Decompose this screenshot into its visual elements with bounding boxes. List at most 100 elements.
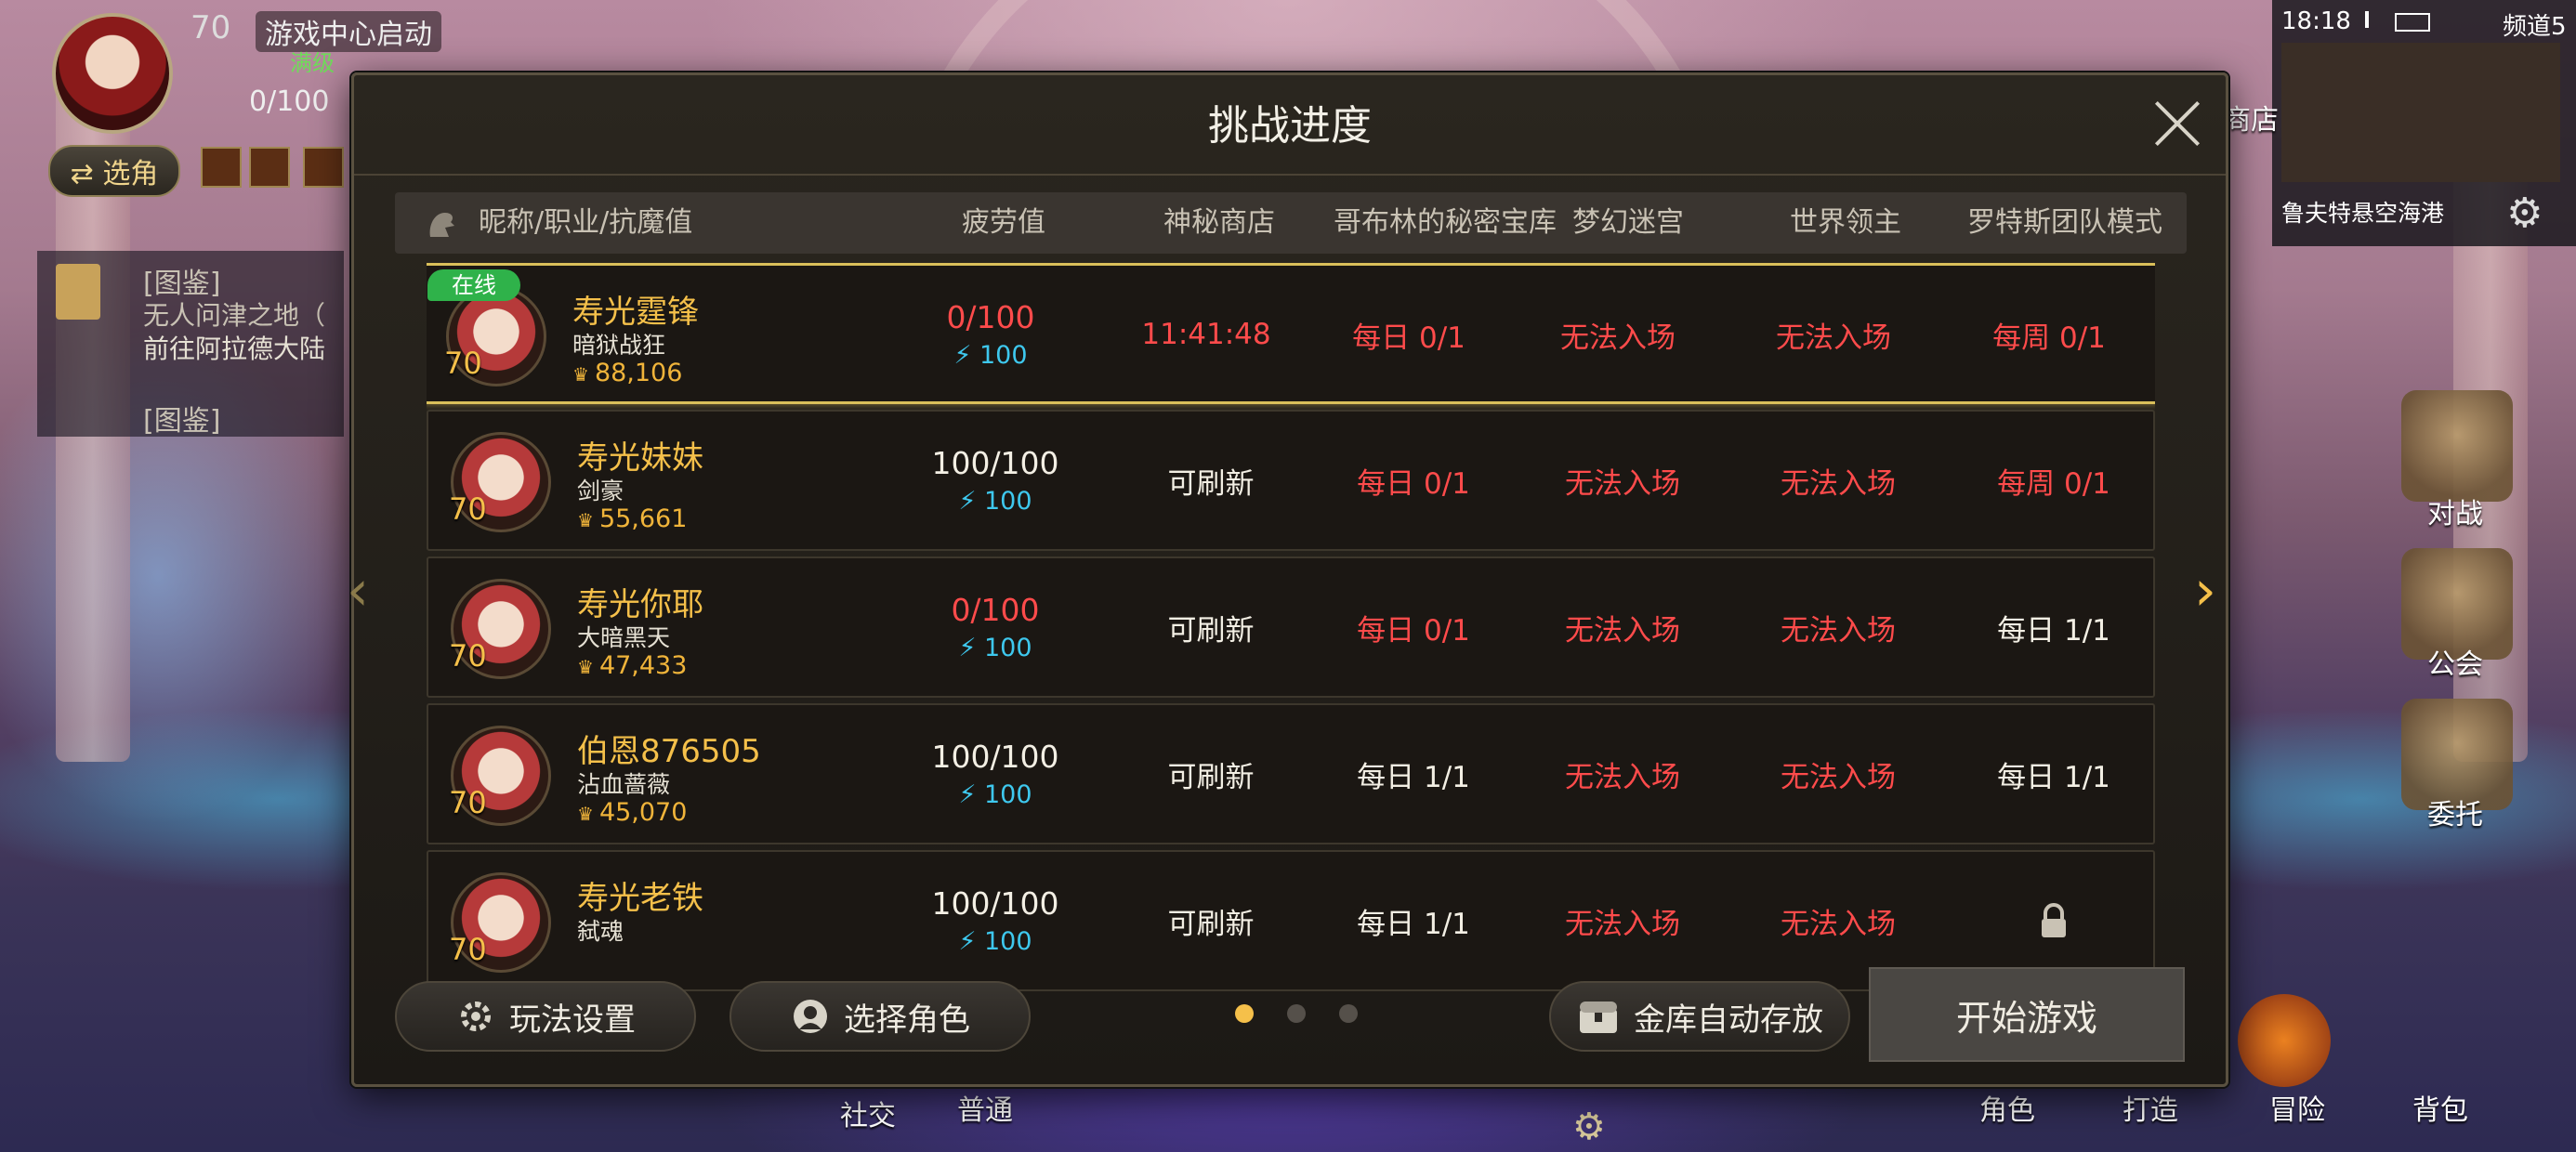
lotus-cell: 每周 0/1 [1992, 321, 2106, 355]
energy-value: 100 [984, 927, 1032, 956]
character-name: 伯恩876505 [577, 733, 761, 770]
fatigue-value: 100/100 [931, 445, 1059, 481]
player-avatar[interactable] [52, 13, 173, 134]
game-center-label[interactable]: 游戏中心启动 [256, 11, 441, 52]
lightning-icon: ⚡ [958, 487, 977, 516]
adventure-nav-label[interactable]: 冒险 [2269, 1087, 2325, 1128]
lightning-icon: ⚡ [958, 780, 977, 809]
select-role-button[interactable]: ⇄ 选角 [48, 145, 180, 197]
power-value: 45,070 [598, 798, 688, 827]
column-header-world-boss: 世界领主 [1790, 206, 1901, 239]
lock-icon [2042, 903, 2066, 937]
buff-icon[interactable] [249, 147, 290, 188]
page-dot[interactable] [1287, 1004, 1306, 1023]
crown-icon: ♛ [572, 363, 589, 386]
column-header-dream-maze: 梦幻迷宫 [1572, 206, 1684, 239]
guild-label: 公会 [2427, 648, 2483, 681]
character-list[interactable]: 70 在线 寿光霆锋 暗狱战狂 ♛ 88,106 0/100 ⚡ 100 11:41:48 每日 … [427, 263, 2155, 1019]
table-header: 昵称/职业/抗魔值 疲劳值 神秘商店 哥布林的秘密宝库 梦幻迷宫 世界领主 罗特… [395, 192, 2187, 254]
energy-value-group: ⚡ 100 [958, 634, 1032, 662]
character-name: 寿光妹妹 [577, 439, 703, 477]
crown-icon: ♛ [577, 509, 594, 531]
column-header-fatigue: 疲劳值 [962, 206, 1045, 239]
gear-icon[interactable]: ⚙ [1572, 1106, 1606, 1148]
character-row[interactable]: 70 寿光妹妹 剑豪 ♛ 55,661 100/100 ⚡ 100 可刷新 每日 0/1 无法入场… [427, 410, 2155, 551]
previous-page-arrow-icon[interactable]: ‹ [347, 558, 369, 623]
dialog-title: 挑战进度 [1208, 102, 1372, 150]
character-class: 弑魂 [577, 918, 624, 945]
character-class: 剑豪 [577, 478, 624, 504]
battle-button[interactable] [2401, 390, 2513, 502]
character-power: ♛ 45,070 [577, 798, 687, 827]
column-header-character: 昵称/职业/抗魔值 [479, 206, 693, 239]
close-icon[interactable] [2151, 98, 2203, 150]
fatigue-cell: 100/100 ⚡ 100 [884, 705, 1107, 843]
minimap[interactable] [2281, 43, 2560, 182]
energy-value: 100 [979, 341, 1028, 370]
lightning-icon: ⚡ [953, 341, 972, 370]
craft-nav-label[interactable]: 打造 [2123, 1087, 2178, 1128]
character-level: 70 [449, 491, 487, 527]
fatigue-cell: 0/100 ⚡ 100 [884, 558, 1107, 696]
vault-auto-store-button[interactable]: 金库自动存放 [1549, 981, 1850, 1052]
column-header-lotus-raid: 罗特斯团队模式 [1967, 206, 2162, 239]
battery-icon [2395, 13, 2430, 32]
energy-value: 100 [984, 634, 1032, 662]
vault-auto-store-label: 金库自动存放 [1634, 1001, 1823, 1039]
quest-tag: [图鉴] [143, 405, 221, 438]
character-row[interactable]: 70 寿光你耶 大暗黑天 ♛ 47,433 0/100 ⚡ 100 可刷新 每日 0/1 无法入场… [427, 556, 2155, 698]
battle-label: 对战 [2427, 498, 2483, 530]
fatigue-value: 100/100 [931, 885, 1059, 922]
quest-title: 无人问津之地（ [143, 300, 326, 331]
page-dot[interactable] [1339, 1004, 1358, 1023]
buff-icon[interactable] [303, 147, 344, 188]
character-level: 70 [449, 932, 487, 967]
play-settings-label: 玩法设置 [509, 1001, 636, 1039]
energy-value-group: ⚡ 100 [953, 341, 1027, 370]
treasure-chest-icon [1580, 1001, 1617, 1033]
character-row[interactable]: 70 在线 寿光霆锋 暗狱战狂 ♛ 88,106 0/100 ⚡ 100 11:41:48 每日 … [427, 263, 2155, 404]
page-dot[interactable] [1235, 1004, 1254, 1023]
character-name: 寿光你耶 [577, 586, 703, 623]
next-page-arrow-icon[interactable]: › [2194, 558, 2216, 623]
character-row[interactable]: 70 伯恩876505 沾血蔷薇 ♛ 45,070 100/100 ⚡ 100 可刷新 每日 1… [427, 703, 2155, 844]
bag-nav-label[interactable]: 背包 [2412, 1087, 2468, 1128]
fatigue-cell: 100/100 ⚡ 100 [884, 852, 1107, 989]
normal-nav-label[interactable]: 普通 [957, 1087, 1013, 1128]
status-panel: 18:18 频道5 鲁夫特悬空海港 ⚙ [2272, 0, 2576, 246]
power-value: 88,106 [594, 359, 683, 387]
social-nav-label[interactable]: 社交 [840, 1093, 896, 1133]
settings-gear-icon[interactable]: ⚙ [2506, 190, 2543, 237]
shop-label[interactable]: 商店 [2223, 97, 2279, 137]
select-character-button[interactable]: 选择角色 [729, 981, 1031, 1052]
player-level: 70 [191, 9, 231, 46]
quest-desc: 前往阿拉德大陆 [143, 334, 326, 364]
lightning-icon: ⚡ [958, 634, 977, 662]
energy-value-group: ⚡ 100 [958, 487, 1032, 516]
fatigue-value: 0/100 [951, 592, 1040, 628]
fatigue-value: 0/100 [946, 299, 1035, 335]
character-swap-icon [794, 1000, 827, 1033]
character-class: 沾血蔷薇 [577, 771, 671, 798]
character-class: 暗狱战狂 [572, 332, 666, 359]
lotus-cell: 每周 0/1 [1997, 466, 2110, 501]
power-value: 47,433 [598, 651, 688, 680]
character-class: 大暗黑天 [577, 624, 671, 651]
play-settings-button[interactable]: 玩法设置 [395, 981, 696, 1052]
lotus-cell: 每日 1/1 [1997, 613, 2110, 648]
buff-icon[interactable] [201, 147, 242, 188]
character-power: ♛ 47,433 [577, 651, 687, 680]
quest-panel[interactable]: [图鉴] 无人问津之地（ 前往阿拉德大陆 [图鉴] [37, 251, 344, 438]
character-nav-label[interactable]: 角色 [1979, 1087, 2035, 1128]
location-label: 鲁夫特悬空海港 [2281, 200, 2445, 227]
channel-label[interactable]: 频道5 [2503, 7, 2567, 42]
energy-value: 100 [984, 780, 1032, 809]
lotus-cell: 每日 1/1 [1997, 760, 2110, 794]
adventure-button[interactable] [2238, 994, 2331, 1087]
start-game-button[interactable]: 开始游戏 [1869, 967, 2185, 1062]
max-level-label: 满级 [290, 50, 335, 76]
crown-icon: ♛ [577, 656, 594, 678]
energy-value-group: ⚡ 100 [958, 927, 1032, 956]
character-name: 寿光老铁 [577, 880, 703, 917]
column-header-mystery-shop: 神秘商店 [1163, 206, 1275, 239]
